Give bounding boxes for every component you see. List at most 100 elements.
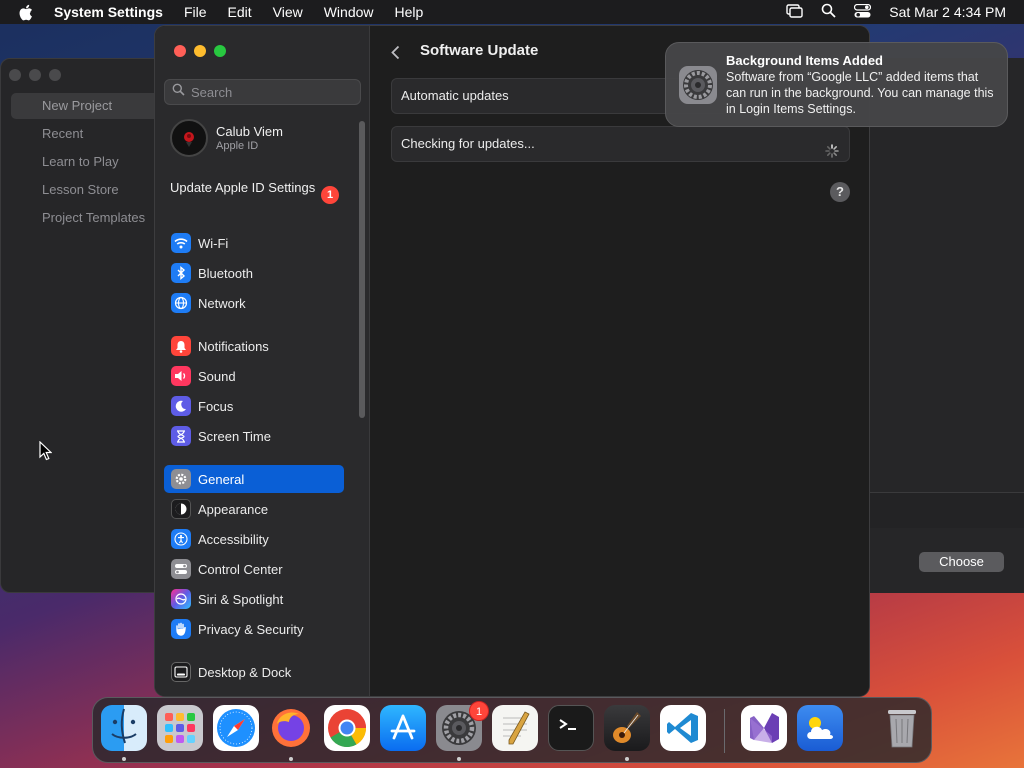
close-button[interactable]: [174, 45, 186, 57]
control-center-menu-icon[interactable]: [854, 3, 872, 21]
textedit-icon[interactable]: [492, 705, 538, 751]
vscode-icon[interactable]: [660, 705, 706, 751]
system-settings-badge: 1: [469, 701, 489, 721]
spotlight-search-icon[interactable]: [821, 3, 836, 21]
system-settings-icon: [678, 65, 718, 105]
sidebar-item-appearance[interactable]: Appearance: [164, 495, 344, 523]
background-items-notification[interactable]: Background Items Added Software from “Go…: [665, 42, 1008, 127]
apple-menu-icon[interactable]: [18, 4, 36, 21]
globe-icon: [171, 293, 191, 313]
wifi-icon: [171, 233, 191, 253]
garageband-icon[interactable]: [604, 705, 650, 751]
menu-file[interactable]: File: [184, 4, 207, 20]
bell-icon: [171, 336, 191, 356]
launchpad-icon[interactable]: [157, 705, 203, 751]
menu-view[interactable]: View: [273, 4, 303, 20]
sidebar-scrollbar[interactable]: [359, 121, 365, 418]
sidebar-item-label: General: [198, 471, 245, 487]
menu-edit[interactable]: Edit: [228, 4, 252, 20]
firefox-icon[interactable]: [268, 705, 314, 751]
app-store-icon[interactable]: [380, 705, 426, 751]
hourglass-icon: [171, 426, 191, 446]
sidebar-item-sound[interactable]: Sound: [164, 362, 344, 390]
back-chevron-icon[interactable]: [391, 42, 405, 62]
sidebar-item-control-center[interactable]: Control Center: [164, 555, 344, 583]
sidebar-item-label: Wi-Fi: [198, 235, 229, 251]
search-input[interactable]: [191, 84, 351, 100]
garageband-running-indicator: [625, 757, 629, 761]
weather-icon[interactable]: [797, 705, 843, 751]
menu-app-name[interactable]: System Settings: [54, 4, 163, 20]
project-item-lesson-store[interactable]: Lesson Store: [11, 177, 169, 203]
notification-body: Software from “Google LLC” added items t…: [726, 70, 994, 116]
visual-studio-icon[interactable]: [741, 705, 787, 751]
sidebar-item-bluetooth[interactable]: Bluetooth: [164, 259, 344, 287]
gear-icon: [171, 469, 191, 489]
sidebar-item-desktop-dock[interactable]: Desktop & Dock: [164, 658, 344, 686]
sidebar-item-screen-time[interactable]: Screen Time: [164, 422, 344, 450]
checking-updates-row: Checking for updates...: [391, 126, 850, 162]
sidebar-item-label: Siri & Spotlight: [198, 591, 284, 607]
sidebar-item-accessibility[interactable]: Accessibility: [164, 525, 344, 553]
settings-sidebar: Calub Viem Apple ID Update Apple ID Sett…: [155, 26, 370, 696]
checking-updates-label: Checking for updates...: [401, 136, 535, 151]
update-apple-id-settings[interactable]: Update Apple ID Settings: [170, 180, 340, 196]
terminal-icon[interactable]: [548, 705, 594, 751]
background-window-bottom-bar: [850, 492, 1024, 528]
background-window-right: Choose: [850, 58, 1024, 593]
chrome-icon[interactable]: [324, 705, 370, 751]
sidebar-item-network[interactable]: Network: [164, 289, 344, 317]
minimize-icon[interactable]: [29, 69, 41, 81]
notification-title: Background Items Added: [726, 53, 883, 68]
dock-icon: [171, 662, 191, 682]
sidebar-item-general[interactable]: General: [164, 465, 344, 493]
speaker-icon: [171, 366, 191, 386]
window-controls: [174, 45, 226, 57]
bluetooth-icon: [171, 263, 191, 283]
sidebar-item-label: Appearance: [198, 501, 269, 517]
sidebar-item-label: Bluetooth: [198, 265, 253, 281]
close-icon[interactable]: [9, 69, 21, 81]
apple-id-profile[interactable]: Calub Viem Apple ID: [170, 119, 283, 157]
dock-separator: [724, 709, 725, 753]
menu-bar: System Settings File Edit View Window He…: [0, 0, 1024, 24]
hand-icon: [171, 619, 191, 639]
page-title: Software Update: [420, 42, 539, 59]
menu-window[interactable]: Window: [324, 4, 374, 20]
background-window-controls: [9, 69, 61, 81]
trash-icon[interactable]: [879, 705, 925, 751]
menu-clock[interactable]: Sat Mar 2 4:34 PM: [889, 4, 1006, 20]
project-item-recent[interactable]: Recent: [11, 121, 169, 147]
safari-icon[interactable]: [213, 705, 259, 751]
profile-subtitle: Apple ID: [216, 140, 259, 152]
project-item-learn-to-play[interactable]: Learn to Play: [11, 149, 169, 175]
sidebar-search[interactable]: [164, 79, 361, 105]
sidebar-item-label: Sound: [198, 368, 236, 384]
help-button[interactable]: ?: [830, 182, 850, 202]
accessibility-icon: [171, 529, 191, 549]
siri-icon: [171, 589, 191, 609]
moon-icon: [171, 396, 191, 416]
sidebar-item-wifi[interactable]: Wi-Fi: [164, 229, 344, 257]
sidebar-item-privacy-security[interactable]: Privacy & Security: [164, 615, 344, 643]
sidebar-item-notifications[interactable]: Notifications: [164, 332, 344, 360]
sidebar-item-focus[interactable]: Focus: [164, 392, 344, 420]
sidebar-item-label: Desktop & Dock: [198, 664, 292, 680]
menu-help[interactable]: Help: [395, 4, 424, 20]
sidebar-item-label: Privacy & Security: [198, 621, 304, 637]
project-item-new-project[interactable]: New Project: [11, 93, 169, 119]
project-item-project-templates[interactable]: Project Templates: [11, 205, 169, 231]
sidebar-item-siri-spotlight[interactable]: Siri & Spotlight: [164, 585, 344, 613]
minimize-button[interactable]: [194, 45, 206, 57]
finder-icon[interactable]: [101, 705, 147, 751]
choose-button[interactable]: Choose: [919, 552, 1004, 572]
background-project-window: New Project Recent Learn to Play Lesson …: [0, 58, 170, 593]
screen-mirroring-icon[interactable]: [786, 3, 803, 21]
zoom-button[interactable]: [214, 45, 226, 57]
dock: 1: [92, 697, 932, 763]
search-icon: [172, 83, 185, 101]
firefox-running-indicator: [289, 757, 293, 761]
zoom-icon[interactable]: [49, 69, 61, 81]
profile-name: Calub Viem: [216, 124, 283, 139]
sidebar-item-label: Notifications: [198, 338, 269, 354]
